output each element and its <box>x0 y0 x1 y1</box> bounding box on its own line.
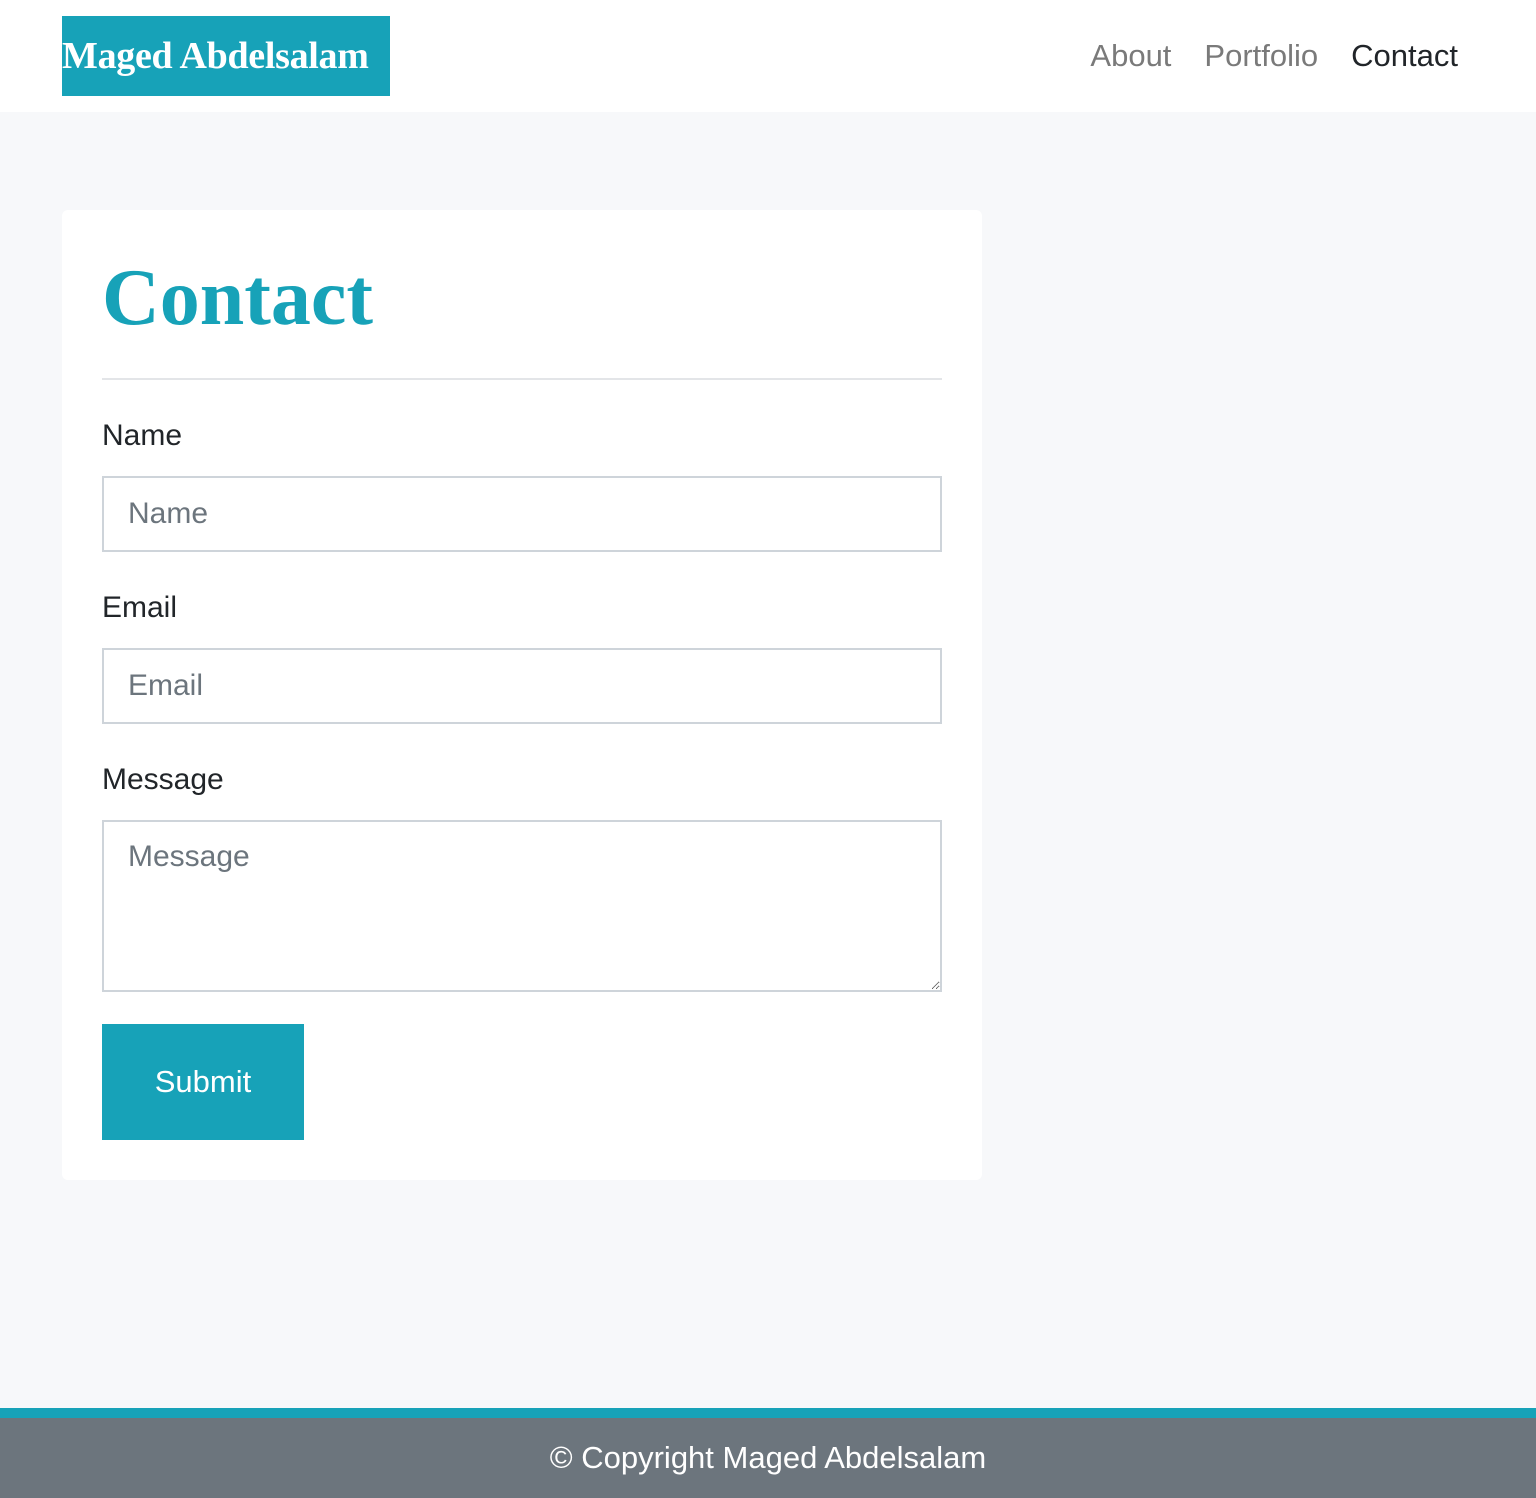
message-label: Message <box>102 763 224 796</box>
nav-link-portfolio[interactable]: Portfolio <box>1204 36 1318 76</box>
title-divider <box>102 378 942 380</box>
name-input[interactable] <box>102 476 942 552</box>
email-label: Email <box>102 591 178 624</box>
page-title: Contact <box>102 254 374 342</box>
message-textarea[interactable] <box>102 820 942 992</box>
submit-button[interactable]: Submit <box>102 1024 304 1140</box>
footer-copyright: © Copyright Maged Abdelsalam <box>549 1440 987 1475</box>
contact-card: Contact Name Email Message Submit <box>62 210 982 1180</box>
email-input[interactable] <box>102 648 942 724</box>
main-nav: About Portfolio Contact <box>1090 36 1458 76</box>
nav-link-about[interactable]: About <box>1090 36 1171 76</box>
page-footer: © Copyright Maged Abdelsalam <box>0 1408 1536 1498</box>
top-navbar: Maged Abdelsalam About Portfolio Contact <box>0 0 1536 112</box>
name-label: Name <box>102 419 183 452</box>
brand-logo-link[interactable]: Maged Abdelsalam <box>62 16 390 96</box>
nav-link-contact[interactable]: Contact <box>1351 36 1458 76</box>
